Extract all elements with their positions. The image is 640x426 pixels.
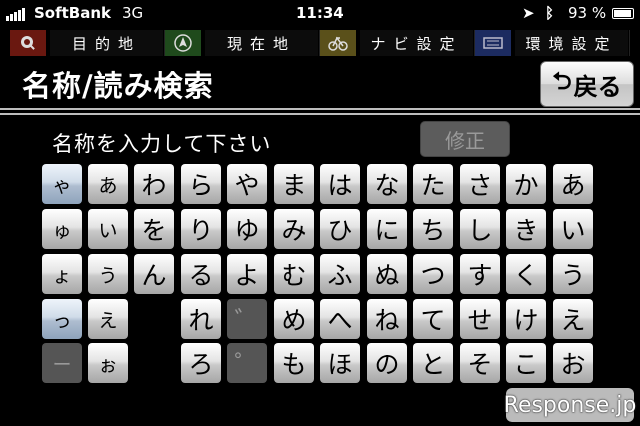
key-button[interactable]: も <box>274 343 314 383</box>
battery-percent: 93 % <box>568 4 607 22</box>
key-button[interactable]: し <box>460 209 500 249</box>
key-button[interactable]: ね <box>367 299 407 339</box>
key-button[interactable]: ろ <box>181 343 221 383</box>
key-button[interactable]: く <box>506 254 546 294</box>
nav-navi-settings-button[interactable]: ナビ設定 <box>320 30 475 56</box>
status-bar: SoftBank 3G 11:34 ➤ ᛒ 93 % <box>0 0 640 28</box>
key-button[interactable]: き <box>506 209 546 249</box>
key-button[interactable]: か <box>506 164 546 204</box>
key-button[interactable]: あ <box>553 164 593 204</box>
correct-button[interactable]: 修正 <box>420 121 510 157</box>
key-button[interactable]: い <box>88 209 128 249</box>
key-button[interactable]: ほ <box>320 343 360 383</box>
key-button[interactable]: ぬ <box>367 254 407 294</box>
bluetooth-icon: ᛒ <box>545 4 555 22</box>
car-icon <box>320 30 356 56</box>
back-button-label: 戻る <box>573 72 622 101</box>
key-button[interactable]: な <box>367 164 407 204</box>
key-button[interactable]: り <box>181 209 221 249</box>
key-button[interactable]: つ <box>413 254 453 294</box>
key-button[interactable]: ゛ <box>227 299 267 339</box>
key-button[interactable]: お <box>553 343 593 383</box>
key-button[interactable]: ひ <box>320 209 360 249</box>
key-button[interactable]: ょ <box>42 254 82 294</box>
key-button[interactable]: よ <box>227 254 267 294</box>
key-button[interactable]: れ <box>181 299 221 339</box>
key-button[interactable]: や <box>227 164 267 204</box>
key-button[interactable]: ま <box>274 164 314 204</box>
nav-destination-label: 目的地 <box>50 30 163 56</box>
key-button[interactable]: め <box>274 299 314 339</box>
key-button[interactable]: へ <box>320 299 360 339</box>
input-prompt: 名称を入力して下さい <box>52 132 272 156</box>
key-button[interactable]: ー <box>42 343 82 383</box>
location-icon <box>165 30 201 56</box>
key-button[interactable]: い <box>553 209 593 249</box>
nav-current-location-label: 現在地 <box>205 30 318 56</box>
key-button[interactable]: ゆ <box>227 209 267 249</box>
key-button[interactable]: そ <box>460 343 500 383</box>
key-button[interactable]: ん <box>134 254 174 294</box>
key-button[interactable]: ち <box>413 209 453 249</box>
key-button[interactable]: を <box>134 209 174 249</box>
key-button[interactable]: る <box>181 254 221 294</box>
nav-navi-settings-label: ナビ設定 <box>360 30 473 56</box>
key-button[interactable]: は <box>320 164 360 204</box>
key-button[interactable]: す <box>460 254 500 294</box>
back-button[interactable]: ⮌ 戻る <box>540 61 634 107</box>
key-button[interactable]: ゜ <box>227 343 267 383</box>
key-button[interactable]: え <box>553 299 593 339</box>
back-arrow-icon: ⮌ <box>552 66 572 95</box>
key-button[interactable]: う <box>88 254 128 294</box>
key-button[interactable]: に <box>367 209 407 249</box>
battery-icon <box>612 8 634 19</box>
clock-time: 11:34 <box>296 4 344 22</box>
divider <box>0 113 640 115</box>
key-button[interactable]: の <box>367 343 407 383</box>
key-button[interactable]: こ <box>506 343 546 383</box>
key-button[interactable]: と <box>413 343 453 383</box>
nav-environment-settings-label: 環境設定 <box>515 30 628 56</box>
divider <box>0 108 640 110</box>
key-button[interactable]: あ <box>88 164 128 204</box>
key-button[interactable]: う <box>553 254 593 294</box>
key-button[interactable]: さ <box>460 164 500 204</box>
key-button[interactable]: ゃ <box>42 164 82 204</box>
search-icon <box>10 30 46 56</box>
key-button[interactable]: む <box>274 254 314 294</box>
network-type: 3G <box>122 4 144 22</box>
key-button[interactable]: ぉ <box>88 343 128 383</box>
key-button[interactable]: っ <box>42 299 82 339</box>
key-button[interactable]: て <box>413 299 453 339</box>
key-button[interactable]: え <box>88 299 128 339</box>
nav-bar: 目的地 現在地 ナビ設定 環境設定 <box>10 30 630 56</box>
settings-icon <box>475 30 511 56</box>
key-button[interactable]: ゅ <box>42 209 82 249</box>
key-button[interactable]: せ <box>460 299 500 339</box>
key-button[interactable]: け <box>506 299 546 339</box>
key-button[interactable]: ふ <box>320 254 360 294</box>
carrier-name: SoftBank <box>34 4 112 22</box>
location-arrow-icon: ➤ <box>522 4 535 22</box>
key-button[interactable]: た <box>413 164 453 204</box>
page-title: 名称/読み検索 <box>22 69 214 103</box>
key-button[interactable]: ら <box>181 164 221 204</box>
nav-environment-settings-button[interactable]: 環境設定 <box>475 30 630 56</box>
watermark: Response.jp <box>504 388 636 422</box>
key-button[interactable]: わ <box>134 164 174 204</box>
key-button[interactable]: み <box>274 209 314 249</box>
nav-destination-button[interactable]: 目的地 <box>10 30 165 56</box>
nav-current-location-button[interactable]: 現在地 <box>165 30 320 56</box>
